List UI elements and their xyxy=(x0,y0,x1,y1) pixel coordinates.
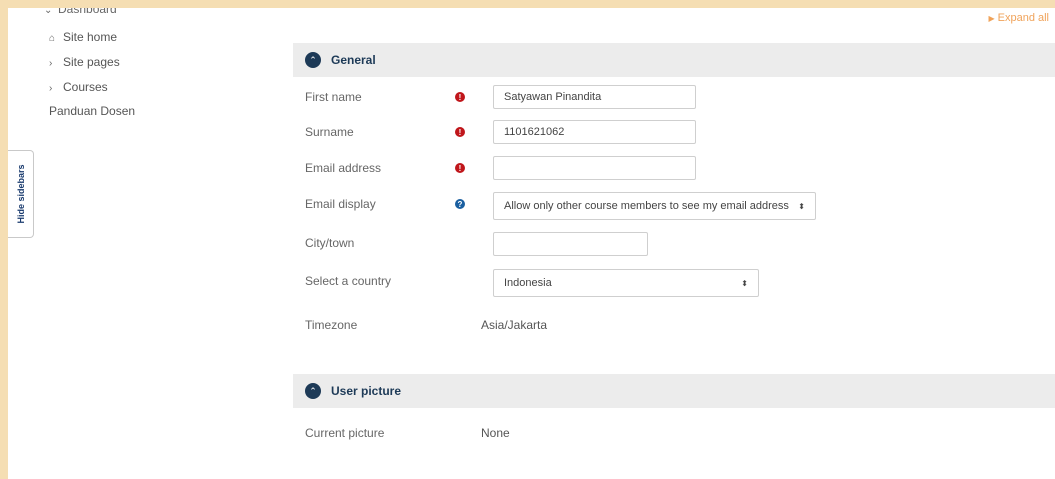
nav-item-courses[interactable]: › Courses xyxy=(49,80,108,94)
nav-item-site-pages[interactable]: › Site pages xyxy=(49,55,120,69)
section-title: General xyxy=(331,53,376,67)
sort-caret-icon: ⬍ xyxy=(741,278,748,288)
nav-item-label: Courses xyxy=(63,80,108,94)
exclamation-circle-icon[interactable]: ! xyxy=(455,127,465,137)
sort-caret-icon: ⬍ xyxy=(798,201,805,211)
nav-item-panduan-dosen[interactable]: Panduan Dosen xyxy=(49,104,135,118)
hide-sidebars-label: Hide sidebars xyxy=(15,164,26,224)
email-field[interactable] xyxy=(493,156,696,180)
current-picture-label: Current picture xyxy=(305,426,385,440)
timezone-value: Asia/Jakarta xyxy=(481,318,548,332)
nav-item-label: Dashboard xyxy=(58,8,117,16)
email-display-select[interactable]: Allow only other course members to see m… xyxy=(493,192,816,220)
surname-field[interactable]: 1101621062 xyxy=(493,120,696,144)
country-value: Indonesia xyxy=(504,277,552,289)
home-icon: ⌂ xyxy=(49,33,56,44)
expand-all-link[interactable]: ▶ Expand all xyxy=(988,12,1049,24)
city-label: City/town xyxy=(305,236,355,250)
section-user-picture-header[interactable]: ⌃ User picture xyxy=(293,374,1055,408)
city-field[interactable] xyxy=(493,232,648,256)
question-circle-icon[interactable]: ? xyxy=(455,199,465,209)
first-name-label: First name xyxy=(305,90,362,104)
chevron-right-icon: › xyxy=(49,58,53,69)
chevron-right-icon: › xyxy=(49,83,53,94)
page-frame: ⌄ Dashboard ⌂ Site home › Site pages › Cours… xyxy=(8,8,1055,479)
first-name-field[interactable]: Satyawan Pinandita xyxy=(493,85,696,109)
exclamation-circle-icon[interactable]: ! xyxy=(455,163,465,173)
chevron-circle-icon: ⌃ xyxy=(305,52,321,68)
section-title: User picture xyxy=(331,384,402,398)
exclamation-circle-icon[interactable]: ! xyxy=(455,92,465,102)
nav-item-site-home[interactable]: ⌂ Site home xyxy=(49,30,117,44)
expand-all-label: Expand all xyxy=(997,12,1049,24)
email-label: Email address xyxy=(305,161,382,175)
chevron-down-icon: ⌄ xyxy=(44,8,53,16)
caret-right-icon: ▶ xyxy=(988,14,995,23)
surname-label: Surname xyxy=(305,125,354,139)
chevron-circle-icon: ⌃ xyxy=(305,383,321,399)
section-general-header[interactable]: ⌃ General xyxy=(293,43,1055,77)
country-select[interactable]: Indonesia ⬍ xyxy=(493,269,759,297)
nav-item-label: Site home xyxy=(63,30,118,44)
nav-item-dashboard[interactable]: ⌄ Dashboard xyxy=(44,8,117,16)
email-display-value: Allow only other course members to see m… xyxy=(504,200,789,212)
timezone-label: Timezone xyxy=(305,318,358,332)
nav-item-label: Site pages xyxy=(63,55,120,69)
current-picture-value: None xyxy=(481,426,510,440)
hide-sidebars-button[interactable]: Hide sidebars xyxy=(8,150,34,238)
email-display-label: Email display xyxy=(305,197,376,211)
country-label: Select a country xyxy=(305,274,392,288)
